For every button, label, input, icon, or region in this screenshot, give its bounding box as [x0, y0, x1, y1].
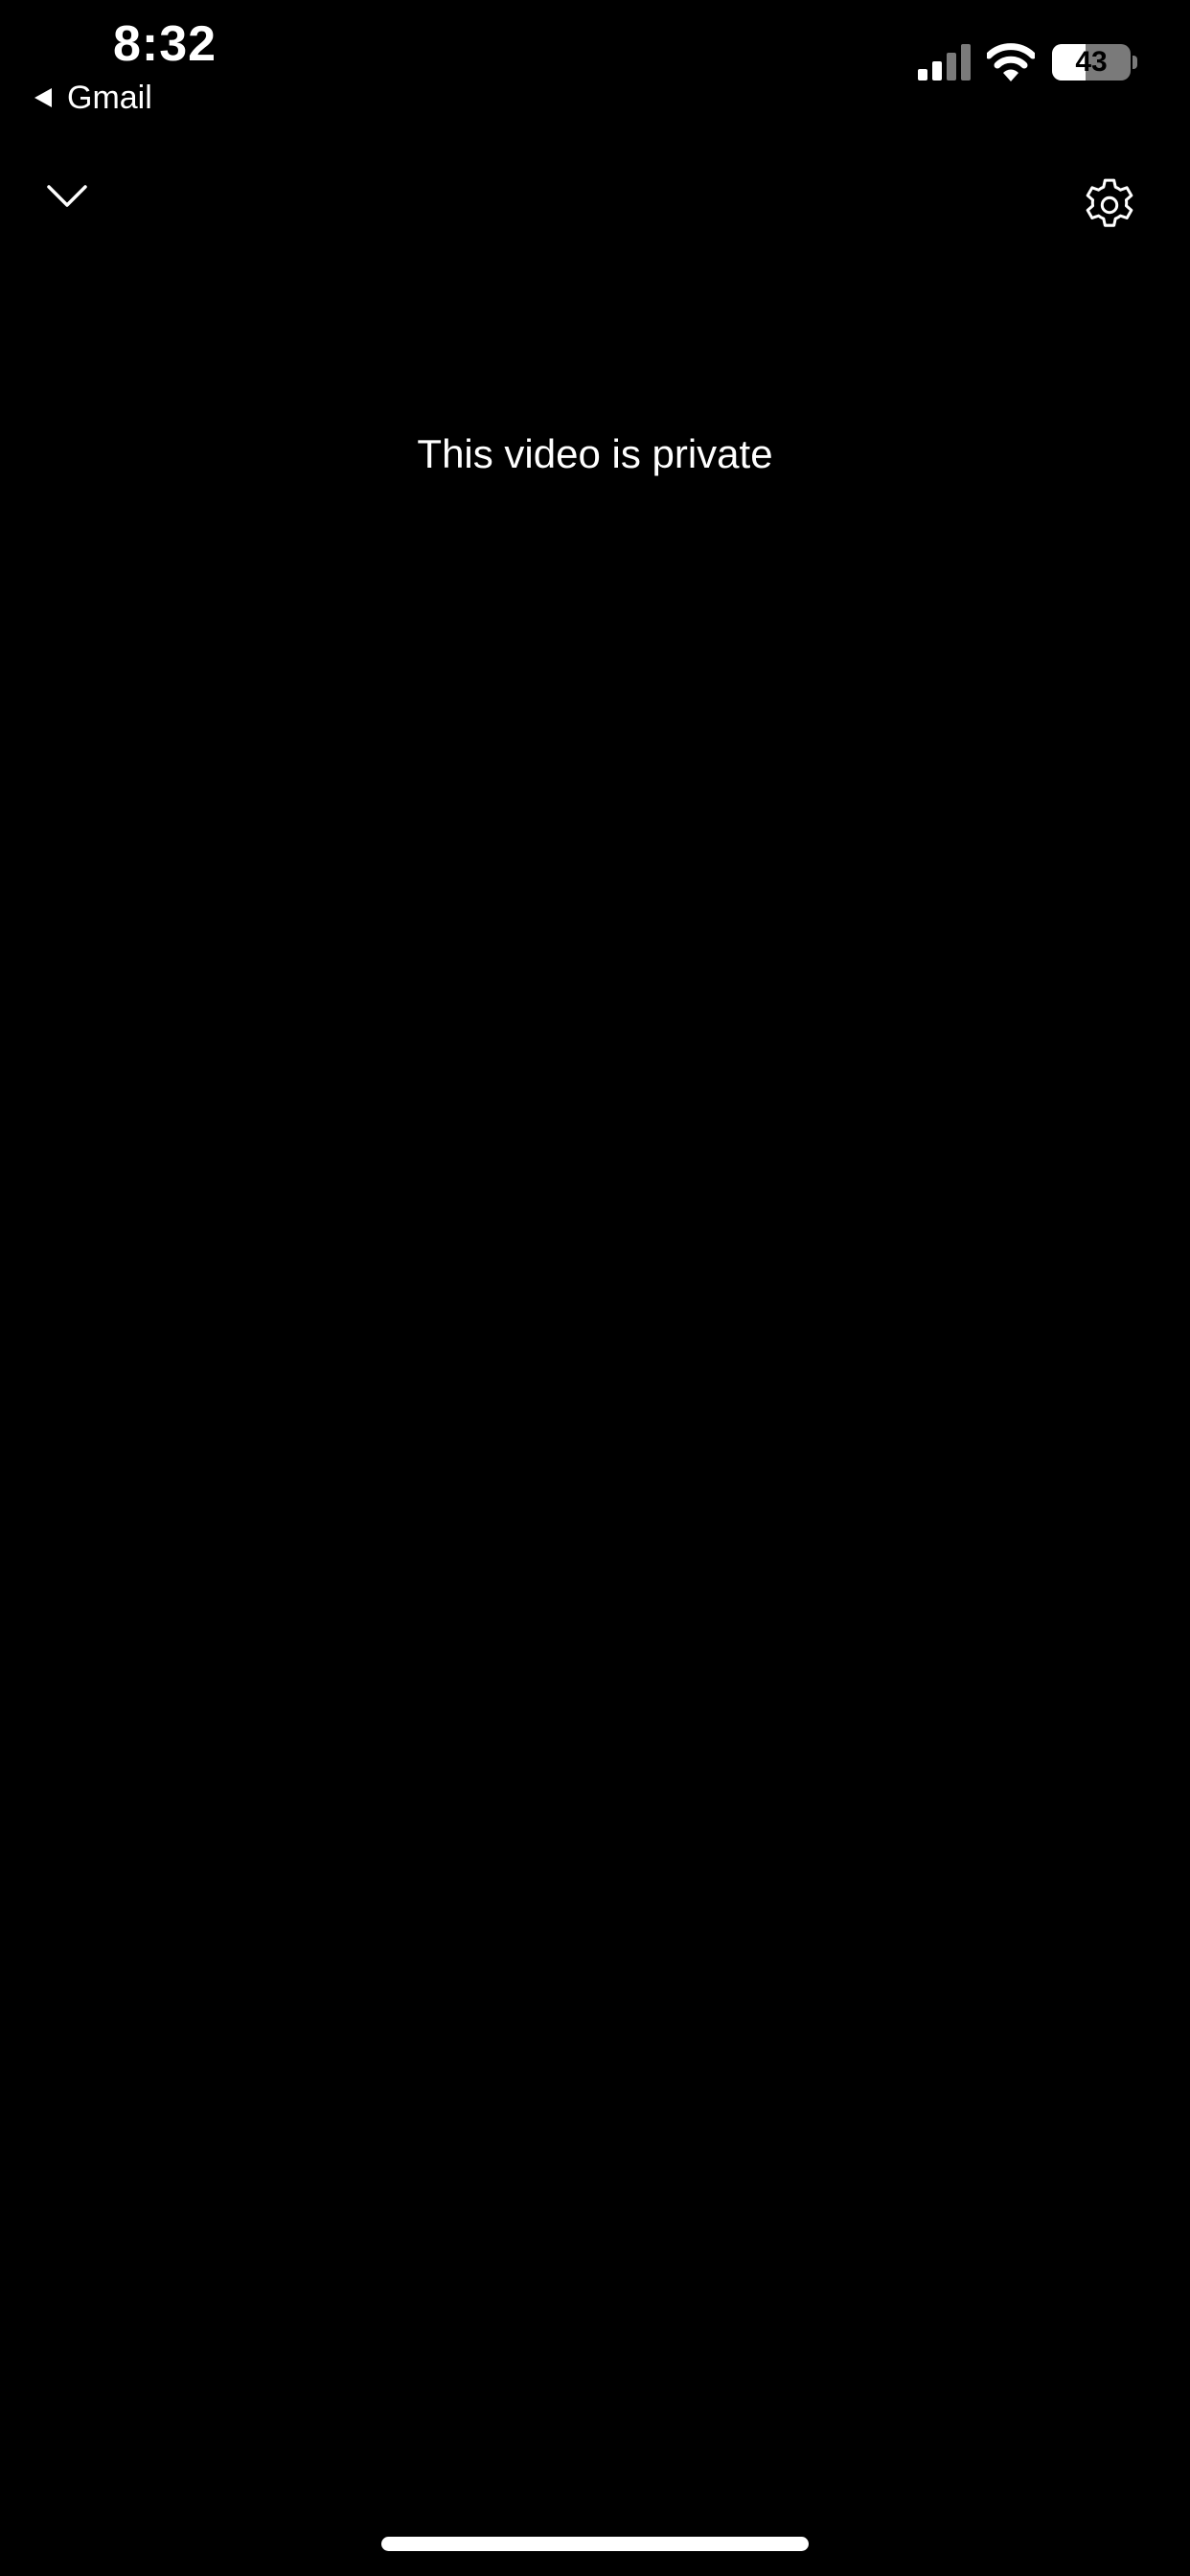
collapse-button[interactable] — [29, 163, 105, 230]
back-triangle-icon — [34, 88, 52, 107]
battery-icon: 43 — [1052, 44, 1131, 80]
private-video-message: This video is private — [417, 431, 773, 476]
settings-button[interactable] — [1069, 165, 1150, 245]
gear-icon — [1086, 178, 1133, 227]
back-to-app-button[interactable]: Gmail — [34, 77, 152, 119]
battery-cap — [1133, 56, 1137, 69]
signal-icon — [918, 44, 971, 80]
signal-bar — [961, 44, 971, 80]
signal-bar — [947, 53, 956, 80]
chevron-down-icon — [47, 185, 87, 207]
signal-bar — [918, 69, 927, 80]
status-time: 8:32 — [113, 16, 217, 72]
signal-bar — [932, 61, 942, 80]
back-app-label: Gmail — [67, 80, 152, 116]
battery-percent: 43 — [1075, 46, 1108, 78]
home-indicator[interactable] — [381, 2537, 809, 2551]
wifi-icon — [987, 43, 1035, 81]
